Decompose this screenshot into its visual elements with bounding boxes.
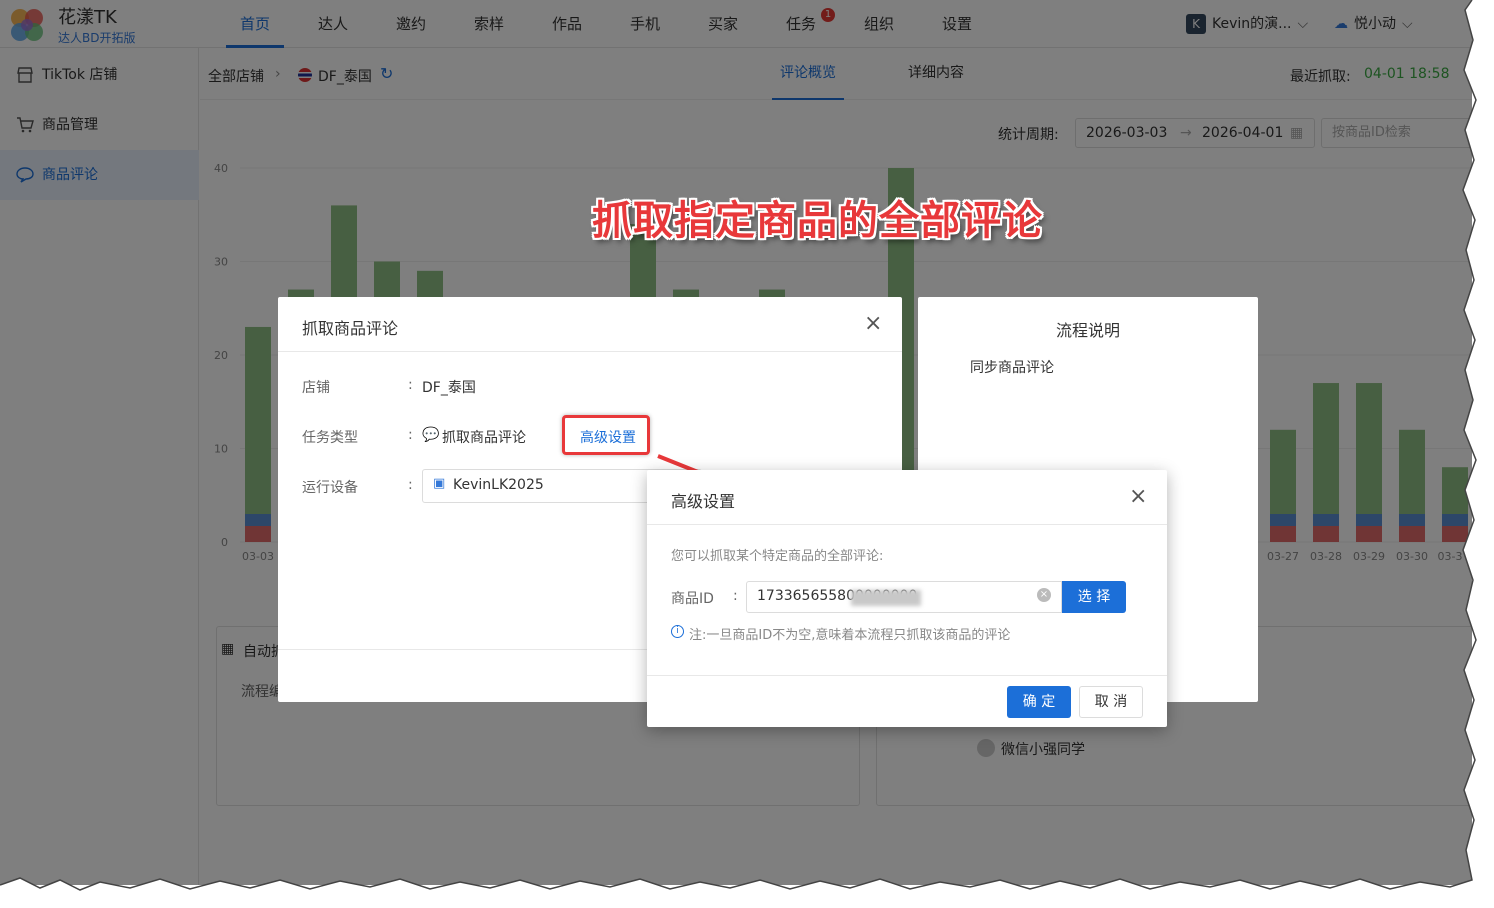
advanced-description: 您可以抓取某个特定商品的全部评论: xyxy=(671,549,884,564)
close-icon[interactable]: × xyxy=(1129,486,1147,508)
redaction-blur xyxy=(851,590,921,606)
device-value: KevinLK2025 xyxy=(453,477,544,493)
shop-label: 店铺 xyxy=(302,380,330,396)
dialog-title: 抓取商品评论 xyxy=(302,319,399,338)
advanced-settings-dialog: 高级设置 × 您可以抓取某个特定商品的全部评论: 商品ID : 17336565… xyxy=(647,470,1167,727)
app-window: 花漾TK 达人BD开拓版 首页 达人 邀约 索样 作品 手机 买家 任务 1 组… xyxy=(0,0,1472,885)
colon: : xyxy=(408,377,413,393)
divider xyxy=(647,675,1167,676)
info-icon: i xyxy=(671,625,684,638)
annotation-callout: 抓取指定商品的全部评论 xyxy=(592,198,1043,244)
close-icon[interactable]: × xyxy=(864,313,882,335)
dialog-title: 高级设置 xyxy=(671,492,736,511)
shop-value: DF_泰国 xyxy=(422,380,476,396)
device-label: 运行设备 xyxy=(302,480,358,496)
computer-icon: ▣ xyxy=(433,476,446,491)
clear-icon[interactable]: × xyxy=(1037,588,1051,602)
product-id-label: 商品ID xyxy=(671,591,714,607)
product-id-input[interactable]: 173365655800000000 × xyxy=(746,581,1062,613)
comment-icon: 💬 xyxy=(422,427,440,443)
colon: : xyxy=(408,427,413,443)
task-type-value: 抓取商品评论 xyxy=(442,430,526,446)
task-type-label: 任务类型 xyxy=(302,430,358,446)
flow-step: 同步商品评论 xyxy=(970,360,1054,376)
cancel-button[interactable]: 取 消 xyxy=(1079,686,1143,718)
flow-title: 流程说明 xyxy=(1055,321,1120,340)
colon: : xyxy=(408,477,413,493)
colon: : xyxy=(733,588,738,604)
select-product-button[interactable]: 选 择 xyxy=(1062,581,1126,613)
divider xyxy=(278,351,902,352)
divider xyxy=(647,524,1167,525)
product-id-note: 注:一旦商品ID不为空,意味着本流程只抓取该商品的评论 xyxy=(689,628,1011,643)
highlight-box xyxy=(562,415,650,455)
confirm-button[interactable]: 确 定 xyxy=(1007,686,1071,718)
